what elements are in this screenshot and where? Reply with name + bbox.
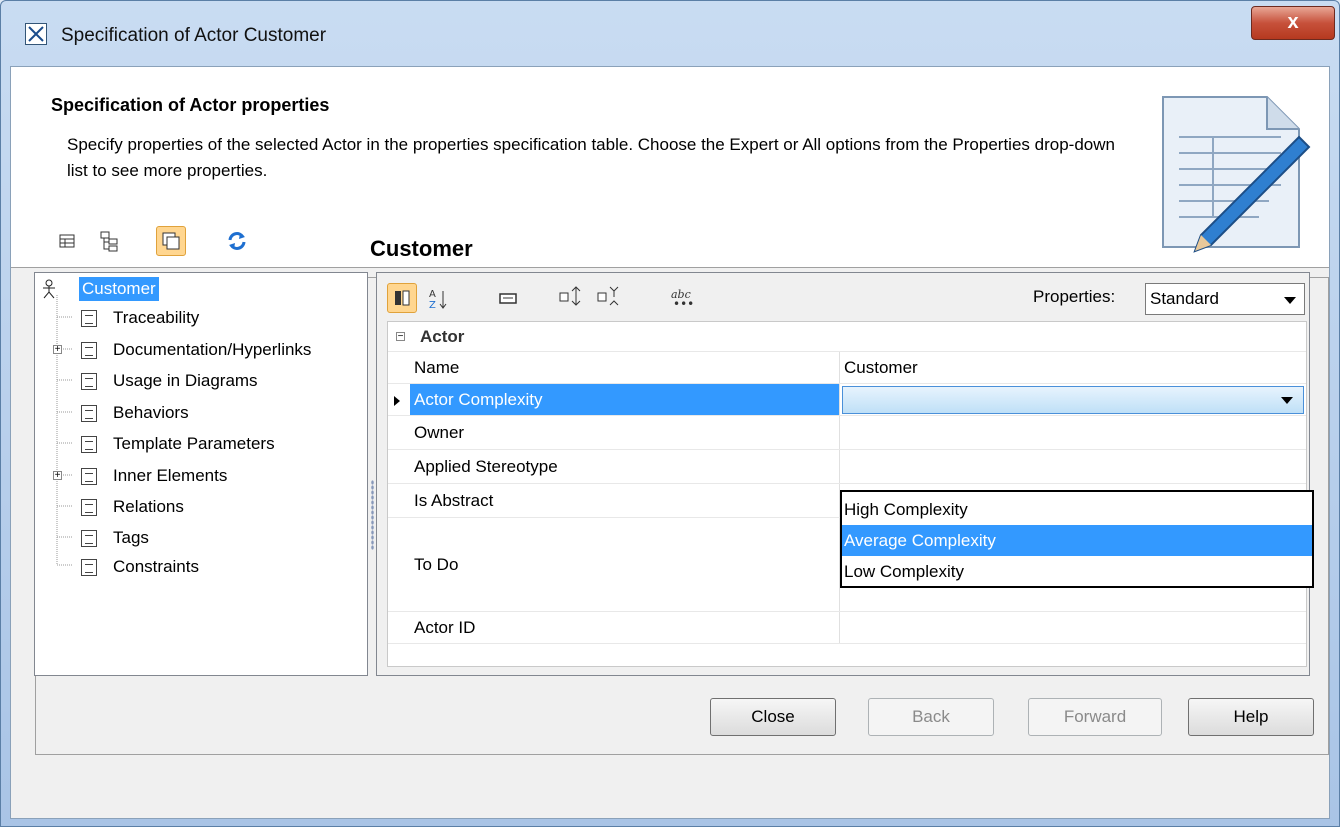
svg-text:A: A: [429, 289, 436, 300]
tree-item-label: Constraints: [113, 557, 199, 576]
property-row-owner[interactable]: Owner: [388, 416, 1306, 450]
chevron-down-icon[interactable]: [1281, 397, 1293, 404]
tree-item-label: Relations: [113, 497, 184, 516]
window-title: Specification of Actor Customer: [61, 25, 327, 46]
header-title: Specification of Actor properties: [51, 95, 330, 115]
categorized-view-icon[interactable]: [387, 283, 417, 313]
forward-button[interactable]: Forward: [1028, 698, 1162, 736]
dropdown-option-average-complexity[interactable]: Average Complexity: [842, 525, 1312, 556]
copy-icon[interactable]: [156, 226, 186, 256]
header-description: Specify properties of the selected Actor…: [67, 135, 1115, 180]
svg-text:•••: •••: [673, 297, 694, 311]
expand-all-icon[interactable]: [555, 283, 585, 313]
chevron-down-icon: [1284, 297, 1296, 304]
tree-item-label: Behaviors: [113, 403, 189, 422]
property-name: Actor Complexity: [410, 384, 840, 415]
properties-mode-value: Standard: [1150, 289, 1219, 308]
tree-item-label: Template Parameters: [113, 434, 275, 453]
close-button[interactable]: Close: [710, 698, 836, 736]
expand-icon[interactable]: +: [53, 471, 62, 481]
category-row-actor[interactable]: − Actor: [388, 322, 1306, 352]
window-close-button[interactable]: x: [1251, 6, 1335, 40]
document-icon: [81, 468, 97, 485]
property-value[interactable]: [840, 450, 1304, 483]
document-icon: [81, 310, 97, 327]
property-value[interactable]: [840, 416, 1304, 449]
help-button[interactable]: Help: [1188, 698, 1314, 736]
property-value[interactable]: Customer: [840, 352, 1304, 383]
property-name: Owner: [410, 416, 840, 449]
property-name: Name: [410, 352, 840, 383]
tree-toolbar: [38, 226, 358, 266]
property-name: Applied Stereotype: [410, 450, 840, 483]
dropdown-option-low-complexity[interactable]: Low Complexity: [842, 556, 1312, 587]
sort-alphabetical-icon[interactable]: AZ: [423, 283, 453, 313]
actor-complexity-combobox[interactable]: [842, 386, 1304, 414]
property-value[interactable]: [840, 612, 1304, 643]
collapse-all-icon[interactable]: [593, 283, 623, 313]
document-icon: [81, 342, 97, 359]
tree-item-label: Usage in Diagrams: [113, 371, 258, 390]
document-icon: [81, 530, 97, 547]
tree-connector-lines: [56, 295, 73, 566]
collapse-icon[interactable]: −: [396, 332, 405, 342]
tree-item-label: Documentation/Hyperlinks: [113, 340, 312, 359]
property-name: Is Abstract: [410, 484, 840, 517]
document-icon: [81, 559, 97, 576]
navigation-tree[interactable]: Customer Traceability + Documentation/Hy…: [34, 272, 368, 676]
svg-text:Z: Z: [429, 300, 436, 311]
document-icon: [81, 436, 97, 453]
tree-item-label: Traceability: [113, 308, 200, 327]
refresh-icon[interactable]: [222, 226, 252, 256]
tree-item-label: Inner Elements: [113, 466, 228, 485]
complexity-dropdown-list[interactable]: High Complexity Average Complexity Low C…: [840, 490, 1314, 588]
element-title: Customer: [370, 236, 473, 261]
description-panel-icon[interactable]: [493, 283, 523, 313]
properties-mode-select[interactable]: Standard: [1145, 283, 1305, 315]
property-name: Actor ID: [410, 612, 840, 643]
app-icon: [25, 23, 47, 45]
property-name: To Do: [410, 518, 840, 611]
document-icon: [81, 405, 97, 422]
table-view-icon[interactable]: [52, 226, 82, 256]
actor-icon: [43, 279, 55, 299]
expand-icon[interactable]: +: [53, 345, 62, 355]
back-button[interactable]: Back: [868, 698, 994, 736]
tree-item-label: Tags: [113, 528, 149, 547]
panel-splitter[interactable]: [371, 480, 374, 550]
spelling-icon[interactable]: abc •••: [667, 283, 697, 313]
tree-view-icon[interactable]: [94, 226, 124, 256]
tree-root-label: Customer: [79, 277, 159, 301]
properties-panel: AZ abc ••• Properties: Standard − Actor N…: [376, 272, 1310, 676]
property-row-applied-stereotype[interactable]: Applied Stereotype: [388, 450, 1306, 484]
category-label: Actor: [420, 326, 465, 346]
dropdown-option-high-complexity[interactable]: High Complexity: [842, 494, 1312, 525]
document-icon: [81, 499, 97, 516]
properties-label: Properties:: [1033, 287, 1116, 306]
document-icon: [81, 373, 97, 390]
row-pointer-icon: [394, 396, 400, 406]
property-row-name[interactable]: Name Customer: [388, 352, 1306, 384]
property-row-actor-complexity[interactable]: Actor Complexity: [388, 384, 1306, 416]
property-row-actor-id[interactable]: Actor ID: [388, 612, 1306, 644]
specification-pencil-icon: [1162, 96, 1311, 253]
title-bar[interactable]: Specification of Actor Customer x: [1, 1, 1339, 67]
